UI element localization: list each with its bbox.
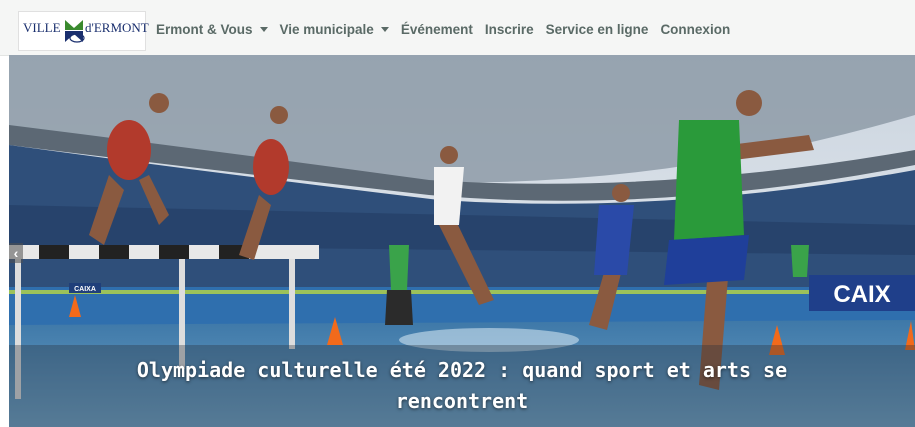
nav-label: Ermont & Vous (156, 22, 253, 37)
chevron-left-icon: ‹ (13, 245, 19, 261)
ville-ermont-logo[interactable]: VILLE d'ERMONT (18, 11, 149, 51)
nav-item-ermont-vous[interactable]: Ermont & Vous (156, 22, 268, 37)
carousel-prev-button[interactable]: ‹ (9, 243, 23, 263)
hero-carousel[interactable]: CAIXA CAIX Olympiade culturelle été 2022… (9, 55, 915, 427)
slide-caption[interactable]: Olympiade culturelle été 2022 : quand sp… (69, 355, 855, 417)
banner-caixa-large: CAIX (833, 281, 890, 308)
banner-caixa-small: CAIXA (74, 286, 96, 293)
nav-label: Connexion (660, 22, 731, 37)
chevron-down-icon (259, 27, 268, 32)
site-navbar: VILLE d'ERMONT Ermont & Vous Vie municip… (0, 0, 915, 56)
logo-text-ermont: d'ERMONT (85, 20, 149, 35)
nav-label: Événement (400, 22, 473, 37)
nav-label: Inscrire (484, 22, 534, 37)
logo-text-ville: VILLE (23, 20, 61, 35)
logo-emblem-icon (65, 20, 85, 43)
nav-item-service-en-ligne[interactable]: Service en ligne (546, 22, 649, 37)
nav-label: Vie municipale (279, 22, 374, 37)
chevron-down-icon (380, 27, 389, 32)
nav-item-connexion[interactable]: Connexion (660, 22, 730, 37)
nav-item-vie-municipale[interactable]: Vie municipale (280, 22, 389, 37)
nav-item-inscrire[interactable]: Inscrire (485, 22, 534, 37)
main-nav: Ermont & Vous Vie municipale Événement I… (156, 22, 742, 37)
nav-item-evenement[interactable]: Événement (401, 22, 473, 37)
nav-label: Service en ligne (545, 22, 649, 37)
